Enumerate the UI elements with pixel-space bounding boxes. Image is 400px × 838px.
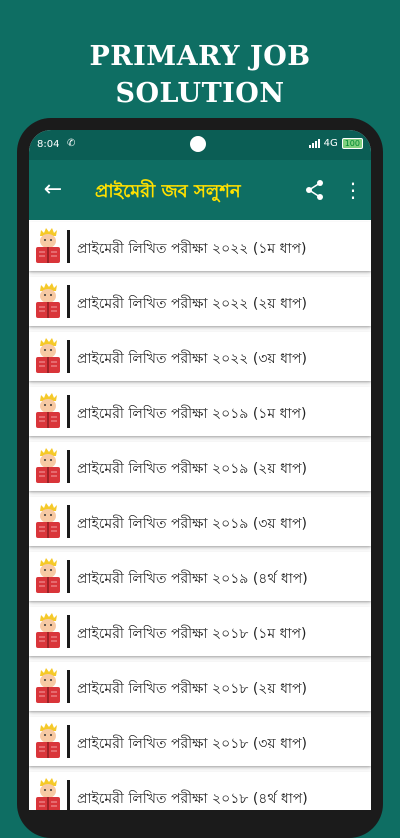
reading-boy-icon bbox=[36, 448, 60, 483]
item-divider bbox=[67, 285, 70, 318]
reading-boy-icon bbox=[36, 393, 60, 428]
back-arrow-icon[interactable]: ← bbox=[39, 176, 67, 204]
item-label: প্রাইমেরী লিখিত পরীক্ষা ২০২২ (৩য় ধাপ) bbox=[77, 351, 307, 367]
status-bar: 8:04 ✆ 4G 100 bbox=[29, 130, 371, 160]
list-item[interactable]: প্রাইমেরী লিখিত পরীক্ষা ২০১৮ (৪র্থ ধাপ) bbox=[29, 772, 371, 810]
item-label: প্রাইমেরী লিখিত পরীক্ষা ২০১৮ (৪র্থ ধাপ) bbox=[77, 791, 308, 807]
exam-list: প্রাইমেরী লিখিত পরীক্ষা ২০২২ (১ম ধাপ) প্… bbox=[29, 222, 371, 810]
camera-notch bbox=[190, 136, 206, 152]
list-item[interactable]: প্রাইমেরী লিখিত পরীক্ষা ২০১৮ (১ম ধাপ) bbox=[29, 607, 371, 656]
more-vert-icon[interactable]: ⋮ bbox=[343, 176, 363, 204]
item-divider bbox=[67, 670, 70, 703]
network-label: 4G bbox=[323, 138, 338, 149]
item-label: প্রাইমেরী লিখিত পরীক্ষা ২০১৮ (৩য় ধাপ) bbox=[77, 736, 307, 752]
promo-title-line2: SOLUTION bbox=[115, 78, 285, 109]
item-divider bbox=[67, 395, 70, 428]
list-item[interactable]: প্রাইমেরী লিখিত পরীক্ষা ২০১৮ (৩য় ধাপ) bbox=[29, 717, 371, 766]
item-divider bbox=[67, 230, 70, 263]
promo-title-line1: PRIMARY JOB bbox=[89, 41, 311, 72]
app-bar: ← প্রাইমেরী জব সলুশন ⋮ bbox=[29, 160, 371, 220]
battery-icon: 100 bbox=[341, 138, 363, 149]
item-label: প্রাইমেরী লিখিত পরীক্ষা ২০১৮ (১ম ধাপ) bbox=[77, 626, 307, 642]
list-item[interactable]: প্রাইমেরী লিখিত পরীক্ষা ২০১৮ (২য় ধাপ) bbox=[29, 662, 371, 711]
reading-boy-icon bbox=[36, 558, 60, 593]
reading-boy-icon bbox=[36, 228, 60, 263]
item-label: প্রাইমেরী লিখিত পরীক্ষা ২০২২ (১ম ধাপ) bbox=[77, 241, 307, 257]
reading-boy-icon bbox=[36, 338, 60, 373]
list-item[interactable]: প্রাইমেরী লিখিত পরীক্ষা ২০১৯ (৪র্থ ধাপ) bbox=[29, 552, 371, 601]
reading-boy-icon bbox=[36, 613, 60, 648]
reading-boy-icon bbox=[36, 283, 60, 318]
item-divider bbox=[67, 340, 70, 373]
item-label: প্রাইমেরী লিখিত পরীক্ষা ২০১৯ (২য় ধাপ) bbox=[77, 461, 307, 477]
list-item[interactable]: প্রাইমেরী লিখিত পরীক্ষা ২০২২ (২য় ধাপ) bbox=[29, 277, 371, 326]
item-label: প্রাইমেরী লিখিত পরীক্ষা ২০১৯ (৩য় ধাপ) bbox=[77, 516, 307, 532]
item-divider bbox=[67, 505, 70, 538]
item-label: প্রাইমেরী লিখিত পরীক্ষা ২০১৯ (১ম ধাপ) bbox=[77, 406, 307, 422]
item-divider bbox=[67, 560, 70, 593]
item-label: প্রাইমেরী লিখিত পরীক্ষা ২০২২ (২য় ধাপ) bbox=[77, 296, 307, 312]
item-label: প্রাইমেরী লিখিত পরীক্ষা ২০১৯ (৪র্থ ধাপ) bbox=[77, 571, 308, 587]
list-item[interactable]: প্রাইমেরী লিখিত পরীক্ষা ২০১৯ (১ম ধাপ) bbox=[29, 387, 371, 436]
signal-icon bbox=[308, 139, 320, 148]
reading-boy-icon bbox=[36, 723, 60, 758]
list-item[interactable]: প্রাইমেরী লিখিত পরীক্ষা ২০১৯ (৩য় ধাপ) bbox=[29, 497, 371, 546]
item-divider bbox=[67, 450, 70, 483]
list-item[interactable]: প্রাইমেরী লিখিত পরীক্ষা ২০১৯ (২য় ধাপ) bbox=[29, 442, 371, 491]
reading-boy-icon bbox=[36, 668, 60, 703]
reading-boy-icon bbox=[36, 778, 60, 810]
status-time: 8:04 bbox=[37, 139, 60, 150]
list-item[interactable]: প্রাইমেরী লিখিত পরীক্ষা ২০২২ (১ম ধাপ) bbox=[29, 222, 371, 271]
app-screen: 8:04 ✆ 4G 100 ← প্রাইমেরী জব সলুশন ⋮ প্র… bbox=[29, 130, 371, 810]
list-item[interactable]: প্রাইমেরী লিখিত পরীক্ষা ২০২২ (৩য় ধাপ) bbox=[29, 332, 371, 381]
item-divider bbox=[67, 780, 70, 810]
app-title: প্রাইমেরী জব সলুশন bbox=[95, 181, 241, 202]
item-label: প্রাইমেরী লিখিত পরীক্ষা ২০১৮ (২য় ধাপ) bbox=[77, 681, 307, 697]
reading-boy-icon bbox=[36, 503, 60, 538]
share-icon[interactable] bbox=[301, 176, 329, 204]
item-divider bbox=[67, 615, 70, 648]
notification-icon: ✆ bbox=[67, 138, 76, 149]
status-indicators: 4G 100 bbox=[308, 138, 363, 149]
item-divider bbox=[67, 725, 70, 758]
promo-title: PRIMARY JOB SOLUTION bbox=[0, 38, 400, 112]
